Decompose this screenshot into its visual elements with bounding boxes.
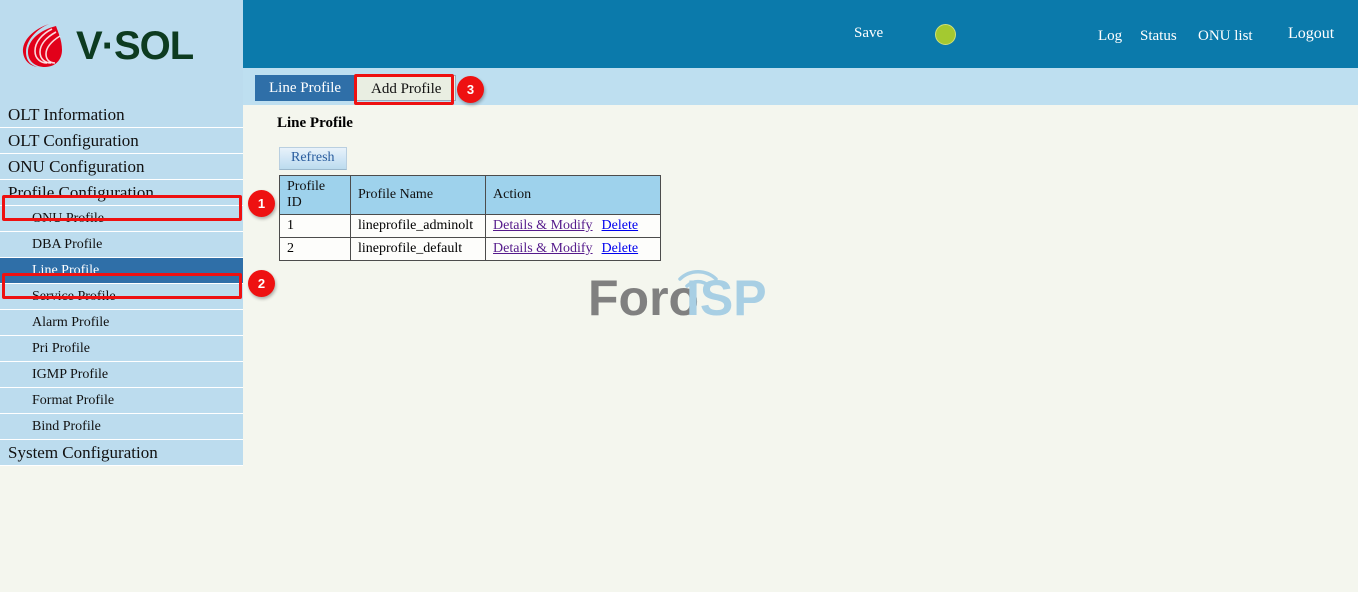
tab-line-profile[interactable]: Line Profile	[255, 75, 355, 101]
sidebar-item-olt-information[interactable]: OLT Information	[0, 102, 243, 128]
main-content: Line Profile Refresh Profile ID Profile …	[243, 105, 1358, 592]
cell-profile-id: 2	[280, 238, 351, 261]
details-and-modify-link[interactable]: Details & Modify	[493, 218, 593, 233]
sidebar-navigation: OLT Information OLT Configuration ONU Co…	[0, 102, 243, 490]
table-row: 2 lineprofile_default Details & ModifyDe…	[280, 238, 661, 261]
delete-link[interactable]: Delete	[602, 218, 639, 233]
sidebar-item-onu-configuration[interactable]: ONU Configuration	[0, 154, 243, 180]
cell-profile-name: lineprofile_default	[351, 238, 486, 261]
sidebar-item-bind-profile[interactable]: Bind Profile	[0, 414, 243, 440]
column-header-profile-id: Profile ID	[280, 176, 351, 215]
table-header-row: Profile ID Profile Name Action	[280, 176, 661, 215]
save-button[interactable]: Save	[854, 25, 883, 42]
cell-action: Details & Modify Delete	[486, 215, 661, 238]
status-link[interactable]: Status	[1140, 28, 1177, 45]
tab-strip: Line Profile Add Profile	[243, 68, 1358, 105]
column-header-profile-name: Profile Name	[351, 176, 486, 215]
refresh-button[interactable]: Refresh	[279, 147, 347, 170]
tab-add-profile[interactable]: Add Profile	[356, 75, 456, 101]
top-header-bar: Save Log Status ONU list Logout	[243, 0, 1358, 68]
cell-action: Details & Modify Delete	[486, 238, 661, 261]
sidebar-item-pri-profile[interactable]: Pri Profile	[0, 336, 243, 362]
sidebar-item-format-profile[interactable]: Format Profile	[0, 388, 243, 414]
line-profile-table: Profile ID Profile Name Action 1 linepro…	[279, 175, 661, 261]
table-row: 1 lineprofile_adminolt Details & ModifyD…	[280, 215, 661, 238]
olt-web-management-page: Save Log Status ONU list Logout V·SOL Li…	[0, 0, 1358, 592]
svg-text:Foro: Foro	[588, 270, 699, 323]
delete-link[interactable]: Delete	[602, 241, 639, 256]
sidebar-item-dba-profile[interactable]: DBA Profile	[0, 232, 243, 258]
green-status-dot-icon	[935, 24, 956, 45]
logo-panel: V·SOL	[0, 0, 243, 102]
sidebar-item-igmp-profile[interactable]: IGMP Profile	[0, 362, 243, 388]
column-header-action: Action	[486, 176, 661, 215]
sidebar-item-olt-configuration[interactable]: OLT Configuration	[0, 128, 243, 154]
vsol-flame-logo-icon	[18, 20, 70, 72]
table-body: 1 lineprofile_adminolt Details & ModifyD…	[280, 215, 661, 261]
log-link[interactable]: Log	[1098, 28, 1122, 45]
page-title: Line Profile	[277, 115, 353, 132]
logout-link[interactable]: Logout	[1288, 25, 1334, 43]
sidebar-item-profile-configuration[interactable]: Profile Configuration	[0, 180, 243, 206]
sidebar-item-line-profile[interactable]: Line Profile	[0, 258, 243, 284]
cell-profile-id: 1	[280, 215, 351, 238]
onu-list-link[interactable]: ONU list	[1198, 28, 1253, 45]
brand-logo: V·SOL	[18, 18, 228, 74]
brand-name: V·SOL	[76, 24, 193, 69]
sidebar-item-service-profile[interactable]: Service Profile	[0, 284, 243, 310]
sidebar-item-onu-profile[interactable]: ONU Profile	[0, 206, 243, 232]
foroisp-watermark: Foro ISP	[588, 257, 778, 323]
details-and-modify-link[interactable]: Details & Modify	[493, 241, 593, 256]
svg-text:ISP: ISP	[686, 270, 767, 323]
sidebar-item-system-configuration[interactable]: System Configuration	[0, 440, 243, 466]
sidebar-item-alarm-profile[interactable]: Alarm Profile	[0, 310, 243, 336]
table-header: Profile ID Profile Name Action	[280, 176, 661, 215]
cell-profile-name: lineprofile_adminolt	[351, 215, 486, 238]
